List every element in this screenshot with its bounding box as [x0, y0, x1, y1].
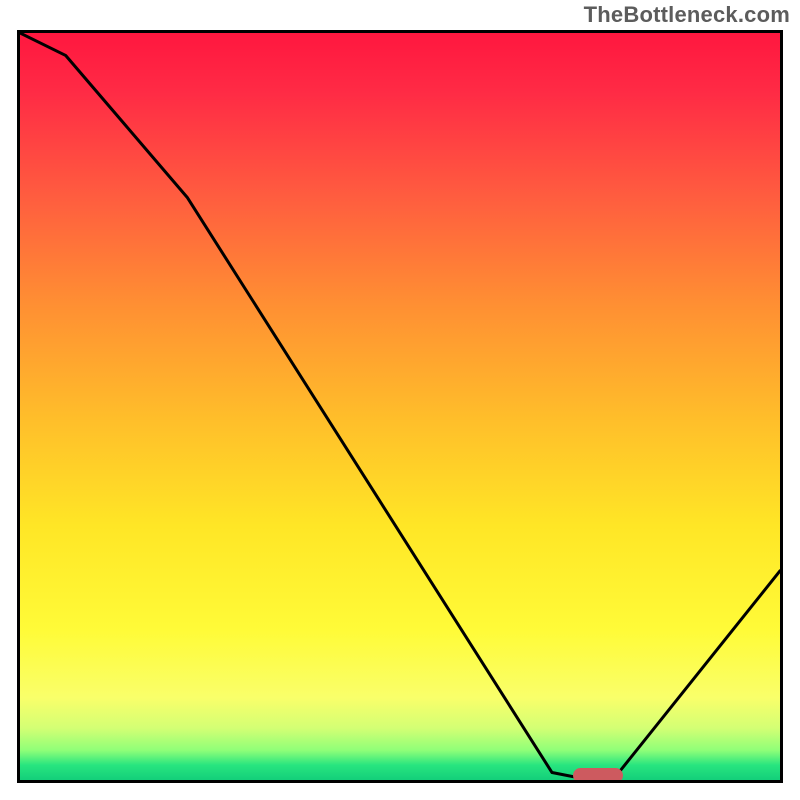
plot-area [17, 30, 783, 783]
chart-container: TheBottleneck.com [0, 0, 800, 800]
bottleneck-curve [20, 33, 780, 780]
optimum-marker [573, 768, 623, 783]
watermark-text: TheBottleneck.com [584, 2, 790, 28]
